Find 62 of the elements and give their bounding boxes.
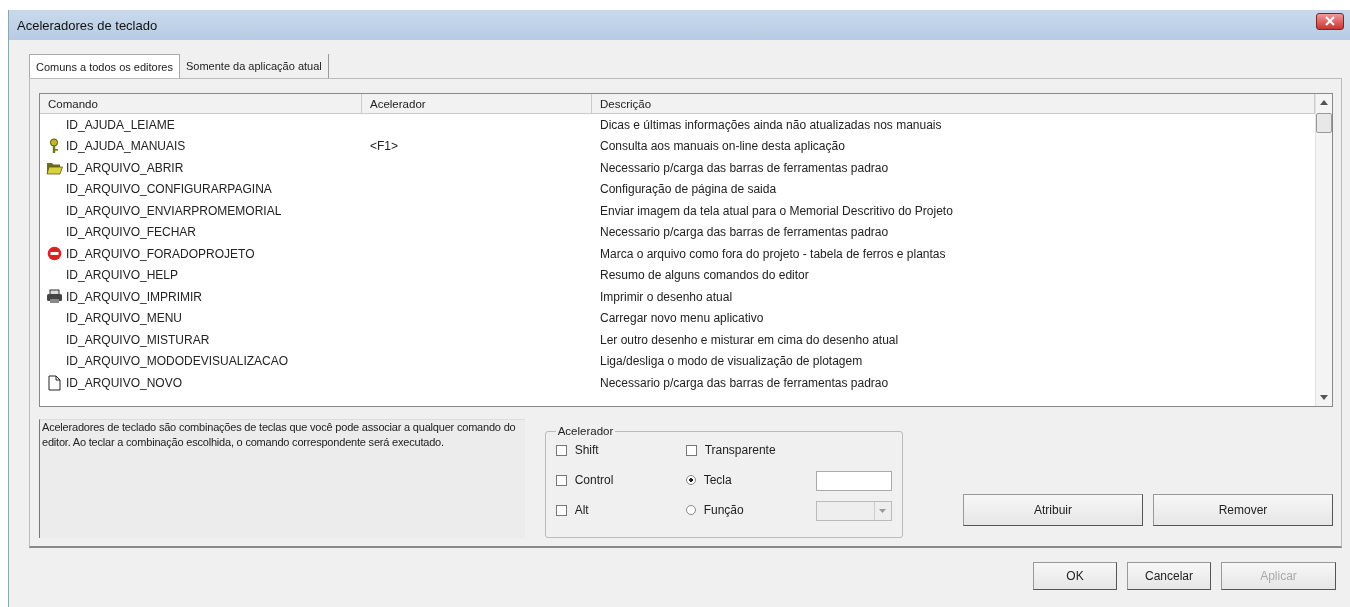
checkbox-label: Transparente <box>704 443 776 457</box>
dialog-button[interactable]: Cancelar <box>1127 562 1211 590</box>
key-icon <box>47 138 61 155</box>
checkbox[interactable] <box>555 444 567 456</box>
description-cell: Enviar imagem da tela atual para o Memorial Descritivo do Projeto <box>600 203 953 218</box>
caret-icon <box>879 509 887 513</box>
scroll-down-icon[interactable] <box>1320 395 1328 400</box>
scrollbar[interactable] <box>1315 94 1332 406</box>
tab[interactable]: Comuns a todos os editores <box>29 54 180 78</box>
description-cell: Necessario p/carga das barras de ferramentas padrao <box>600 225 889 240</box>
description-cell: Marca o arquivo como fora do projeto - tabela de ferros e plantas <box>600 246 946 261</box>
description-cell: Resumo de alguns comandos do editor <box>600 268 809 283</box>
accelerator-cell: <F1> <box>370 139 399 154</box>
command-cell[interactable]: ID_ARQUIVO_MODODEVISUALIZACAO <box>66 354 289 369</box>
command-cell[interactable]: ID_ARQUIVO_MISTURAR <box>66 332 210 347</box>
dialog-button[interactable]: OK <box>1033 562 1117 590</box>
command-cell[interactable]: ID_ARQUIVO_HELP <box>66 268 179 283</box>
action-button[interactable]: Remover <box>1153 494 1333 526</box>
printer-icon <box>45 289 63 305</box>
command-cell[interactable]: ID_ARQUIVO_CONFIGURARPAGINA <box>66 182 272 197</box>
checkbox[interactable] <box>555 504 567 516</box>
description-cell: Imprimir o desenho atual <box>600 289 733 304</box>
description-cell: Consulta aos manuais on-line desta aplicação <box>600 139 845 154</box>
action-button[interactable]: Atribuir <box>963 494 1143 526</box>
scroll-thumb[interactable] <box>1316 113 1332 133</box>
description-cell: Configuração de página de saida <box>600 182 777 197</box>
command-cell[interactable]: ID_AJUDA_LEIAME <box>66 117 175 132</box>
group-title: Acelerador <box>556 425 615 437</box>
checkbox[interactable] <box>555 474 567 486</box>
window-title: Aceleradores de teclado <box>17 17 158 33</box>
description-cell: Necessario p/carga das barras de ferramentas padrao <box>600 160 889 175</box>
radio-label: Tecla <box>703 473 732 487</box>
folder-icon <box>45 160 63 176</box>
description-cell: Liga/desliga o modo de visualização de plotagem <box>600 354 863 369</box>
command-cell[interactable]: ID_ARQUIVO_FECHAR <box>66 225 197 240</box>
command-cell[interactable]: ID_ARQUIVO_FORADOPROJETO <box>66 246 255 261</box>
key-input-field[interactable] <box>815 471 892 491</box>
description-cell: Carregar novo menu aplicativo <box>600 311 764 326</box>
scroll-up-icon[interactable] <box>1320 100 1328 105</box>
description-cell: Necessario p/carga das barras de ferramentas padrao <box>600 375 889 390</box>
checkbox-label: Alt <box>574 503 589 517</box>
radio-label: Função <box>703 503 744 517</box>
close-icon <box>1324 16 1336 26</box>
command-cell[interactable]: ID_ARQUIVO_NOVO <box>66 375 183 390</box>
help-text: Aceleradores de teclado são combinações de teclas que você pode associar a qualquer comando do editor. Ao teclar a combinação escolhida, o comando correspondente será executado. <box>39 419 525 538</box>
command-cell[interactable]: ID_ARQUIVO_IMPRIMIR <box>66 289 203 304</box>
radio-button[interactable] <box>685 505 696 515</box>
column-header[interactable]: Comando <box>40 94 362 113</box>
command-cell[interactable]: ID_ARQUIVO_ENVIARPROMEMORIAL <box>66 203 282 218</box>
description-cell: Dicas e últimas informações ainda não atualizadas nos manuais <box>600 117 942 132</box>
radio-button[interactable] <box>685 475 696 485</box>
checkbox-label: Shift <box>574 443 599 457</box>
description-cell: Ler outro desenho e misturar em cima do desenho atual <box>600 332 899 347</box>
command-cell[interactable]: ID_ARQUIVO_ABRIR <box>66 160 184 175</box>
command-cell[interactable]: ID_AJUDA_MANUAIS <box>66 139 186 154</box>
column-header[interactable]: Acelerador <box>362 94 592 113</box>
close-button[interactable] <box>1316 12 1344 30</box>
checkbox[interactable] <box>685 444 697 456</box>
checkbox-label: Control <box>574 473 614 487</box>
command-cell[interactable]: ID_ARQUIVO_MENU <box>66 311 183 326</box>
document-icon <box>47 374 61 391</box>
stop-icon <box>46 246 62 262</box>
